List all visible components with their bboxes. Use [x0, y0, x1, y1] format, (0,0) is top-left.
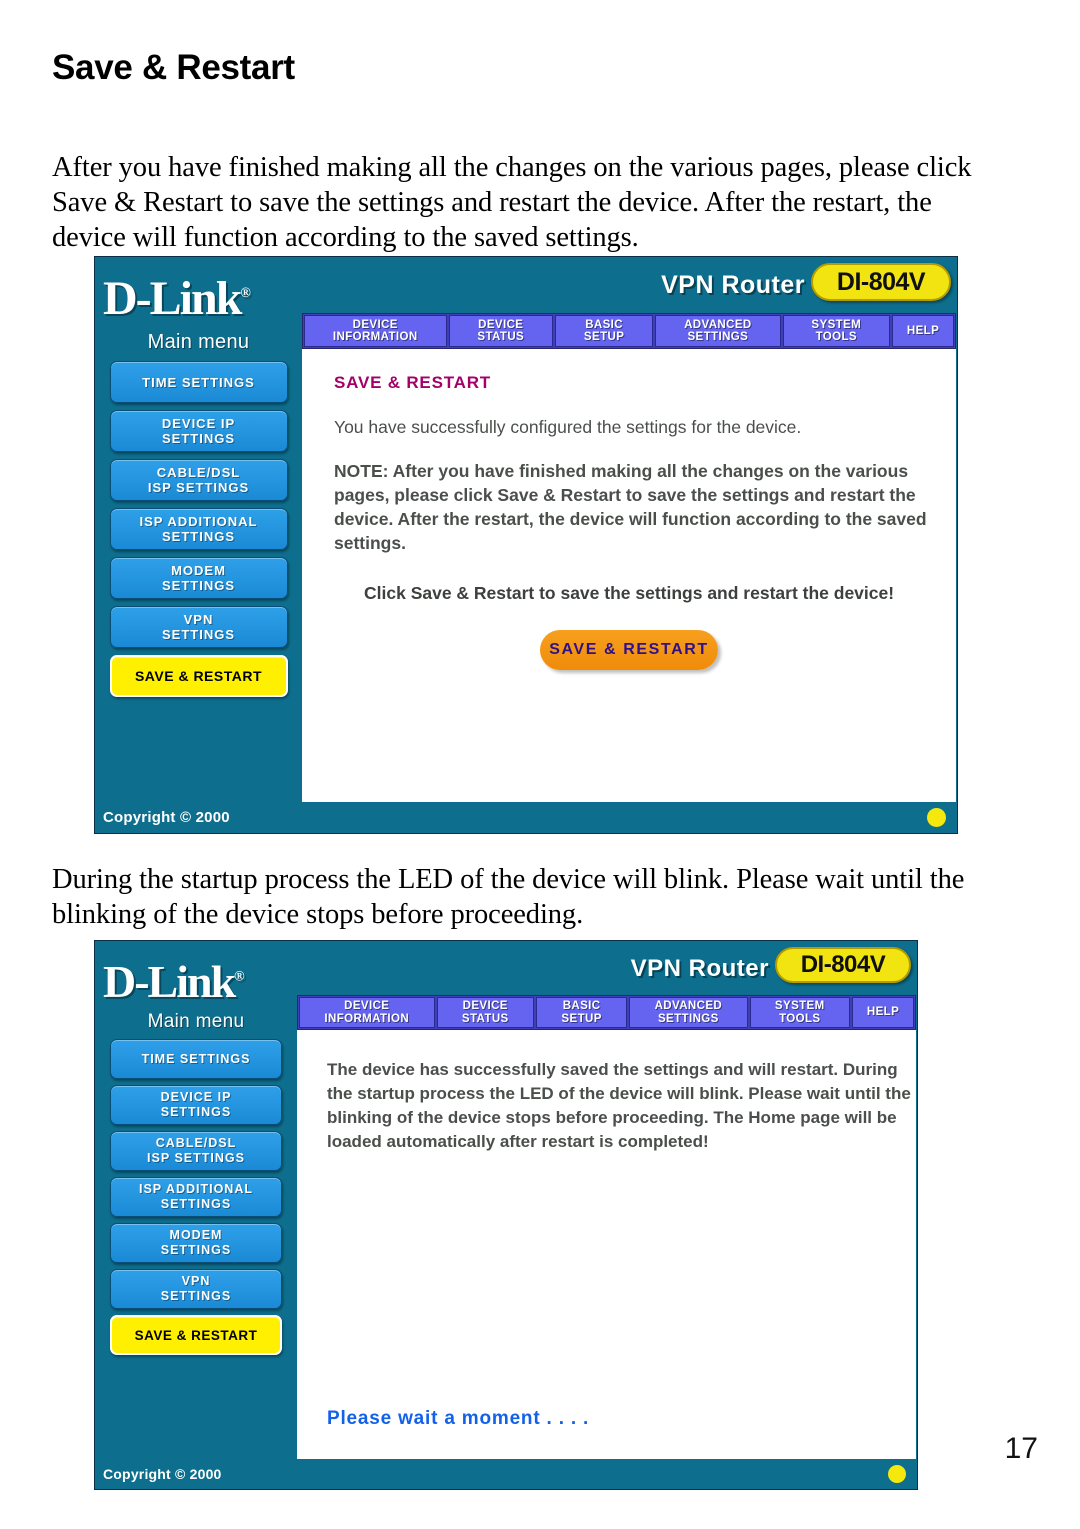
led-indicator-icon: [927, 808, 946, 827]
router-header-band: D-Link® VPN Router DI-804V: [95, 257, 957, 325]
nav-tab-basic-setup[interactable]: BASIC SETUP: [536, 997, 628, 1028]
intro-paragraph: After you have finished making all the c…: [52, 152, 972, 253]
router-footer: Copyright © 2000: [95, 1459, 916, 1489]
sidebar-item-vpn-settings[interactable]: VPN SETTINGS: [110, 1269, 282, 1309]
sidebar: Main menu TIME SETTINGS DEVICE IP SETTIN…: [95, 995, 297, 1459]
sidebar-title: Main menu: [147, 1011, 245, 1032]
top-navigation-bar: DEVICE INFORMATION DEVICE STATUS BASIC S…: [297, 995, 916, 1030]
model-badge: DI-804V: [811, 263, 951, 301]
sidebar-item-isp-additional-settings[interactable]: ISP ADDITIONAL SETTINGS: [110, 1177, 282, 1217]
sidebar-item-vpn-settings[interactable]: VPN SETTINGS: [109, 606, 288, 648]
nav-tab-system-tools[interactable]: SYSTEM TOOLS: [782, 315, 891, 347]
top-navigation-bar: DEVICE INFORMATION DEVICE STATUS BASIC S…: [302, 313, 956, 349]
sidebar-item-isp-additional-settings[interactable]: ISP ADDITIONAL SETTINGS: [109, 508, 288, 550]
page-number: 17: [1004, 1432, 1038, 1465]
router-screenshot-save-restart: D-Link® VPN Router DI-804V DEVICE INFORM…: [94, 256, 958, 834]
copyright-text: Copyright © 2000: [103, 809, 230, 826]
router-screenshot-restarting: D-Link® VPN Router DI-804V DEVICE INFORM…: [94, 940, 918, 1490]
page-title: Save & Restart: [52, 48, 295, 87]
sidebar-item-device-ip-settings[interactable]: DEVICE IP SETTINGS: [110, 1085, 282, 1125]
sidebar-item-time-settings[interactable]: TIME SETTINGS: [110, 1039, 282, 1079]
registered-mark-icon: ®: [240, 286, 251, 301]
sidebar-item-save-and-restart[interactable]: SAVE & RESTART: [109, 655, 288, 697]
please-wait-message: Please wait a moment . . . .: [327, 1408, 590, 1429]
sidebar-item-save-and-restart[interactable]: SAVE & RESTART: [110, 1315, 282, 1355]
nav-tab-advanced-settings[interactable]: ADVANCED SETTINGS: [629, 997, 748, 1028]
sidebar-item-cable-dsl-isp-settings[interactable]: CABLE/DSL ISP SETTINGS: [110, 1131, 282, 1171]
router-header-band: D-Link® VPN Router DI-804V: [95, 941, 917, 1007]
model-badge: DI-804V: [775, 947, 911, 983]
led-indicator-icon: [888, 1465, 906, 1483]
save-and-restart-button[interactable]: SAVE & RESTART: [540, 630, 718, 670]
nav-tab-device-information[interactable]: DEVICE INFORMATION: [299, 997, 435, 1028]
content-heading: SAVE & RESTART: [334, 373, 491, 392]
success-message: You have successfully configured the set…: [334, 417, 802, 437]
product-name: VPN Router: [630, 955, 769, 982]
nav-tab-device-status[interactable]: DEVICE STATUS: [448, 315, 554, 347]
registered-mark-icon: ®: [234, 969, 245, 985]
sidebar-item-modem-settings[interactable]: MODEM SETTINGS: [109, 557, 288, 599]
nav-tab-help[interactable]: HELP: [852, 997, 915, 1028]
sidebar-title: Main menu: [147, 331, 250, 353]
sidebar-item-device-ip-settings[interactable]: DEVICE IP SETTINGS: [109, 410, 288, 452]
sidebar: Main menu TIME SETTINGS DEVICE IP SETTIN…: [95, 313, 302, 802]
nav-tab-advanced-settings[interactable]: ADVANCED SETTINGS: [655, 315, 781, 347]
content-panel: The device has successfully saved the se…: [297, 1030, 916, 1459]
content-panel: SAVE & RESTART You have successfully con…: [302, 349, 956, 802]
dlink-logo: D-Link®: [103, 956, 245, 1007]
nav-tab-device-information[interactable]: DEVICE INFORMATION: [304, 315, 447, 347]
router-footer: Copyright © 2000: [95, 802, 956, 833]
sidebar-item-cable-dsl-isp-settings[interactable]: CABLE/DSL ISP SETTINGS: [109, 459, 288, 501]
nav-tab-system-tools[interactable]: SYSTEM TOOLS: [749, 997, 851, 1028]
sidebar-item-time-settings[interactable]: TIME SETTINGS: [109, 361, 288, 403]
nav-tab-device-status[interactable]: DEVICE STATUS: [436, 997, 535, 1028]
nav-tab-basic-setup[interactable]: BASIC SETUP: [555, 315, 654, 347]
copyright-text: Copyright © 2000: [103, 1466, 222, 1482]
startup-paragraph: During the startup process the LED of th…: [52, 864, 965, 930]
nav-tab-help[interactable]: HELP: [892, 315, 955, 347]
note-message: NOTE: After you have finished making all…: [334, 461, 927, 553]
call-to-action-text: Click Save & Restart to save the setting…: [364, 583, 895, 603]
sidebar-item-modem-settings[interactable]: MODEM SETTINGS: [110, 1223, 282, 1263]
restart-message: The device has successfully saved the se…: [327, 1060, 911, 1151]
dlink-logo: D-Link®: [103, 272, 251, 325]
product-name: VPN Router: [661, 271, 805, 299]
